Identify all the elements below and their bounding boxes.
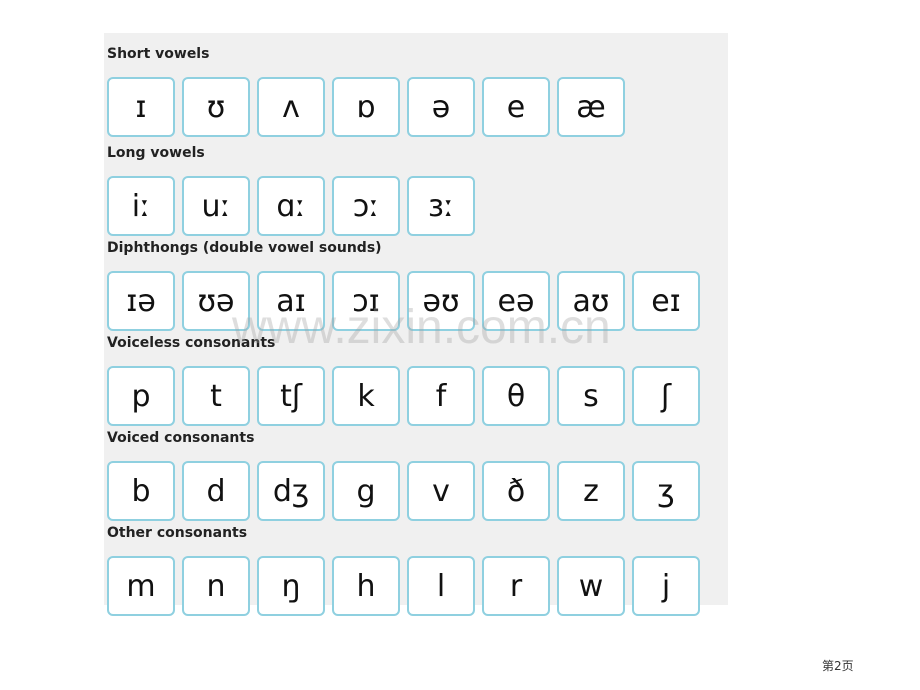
phoneme-symbol[interactable]: aɪ xyxy=(257,271,325,331)
section-label: Voiceless consonants xyxy=(107,335,276,351)
phoneme-symbol[interactable]: l xyxy=(407,556,475,616)
section-label: Long vowels xyxy=(107,145,205,161)
phoneme-symbol[interactable]: æ xyxy=(557,77,625,137)
phoneme-symbol[interactable]: ə xyxy=(407,77,475,137)
phoneme-symbol[interactable]: ɑː xyxy=(257,176,325,236)
phoneme-symbol[interactable]: iː xyxy=(107,176,175,236)
phoneme-symbol[interactable]: ʊ xyxy=(182,77,250,137)
phoneme-symbol[interactable]: d xyxy=(182,461,250,521)
page-number: 第2页 xyxy=(822,659,854,673)
phoneme-symbol[interactable]: h xyxy=(332,556,400,616)
phoneme-symbol[interactable]: ɔɪ xyxy=(332,271,400,331)
phoneme-symbol[interactable]: aʊ xyxy=(557,271,625,331)
section-label: Other consonants xyxy=(107,525,248,541)
phoneme-symbol[interactable]: ɪ xyxy=(107,77,175,137)
phoneme-symbol[interactable]: ʌ xyxy=(257,77,325,137)
phoneme-symbol[interactable]: ʊə xyxy=(182,271,250,331)
phoneme-symbol[interactable]: ɪə xyxy=(107,271,175,331)
phoneme-symbol[interactable]: m xyxy=(107,556,175,616)
phoneme-symbol[interactable]: e xyxy=(482,77,550,137)
phoneme-symbol[interactable]: z xyxy=(557,461,625,521)
phoneme-symbol[interactable]: ɒ xyxy=(332,77,400,137)
phoneme-symbol[interactable]: eɪ xyxy=(632,271,700,331)
phoneme-symbol[interactable]: θ xyxy=(482,366,550,426)
phoneme-symbol[interactable]: ɔː xyxy=(332,176,400,236)
phoneme-symbol[interactable]: ʃ xyxy=(632,366,700,426)
section-label: Voiced consonants xyxy=(107,430,255,446)
phoneme-symbol[interactable]: ɜː xyxy=(407,176,475,236)
phoneme-symbol[interactable]: s xyxy=(557,366,625,426)
phoneme-symbol[interactable]: p xyxy=(107,366,175,426)
phoneme-symbol[interactable]: f xyxy=(407,366,475,426)
section-label: Short vowels xyxy=(107,46,210,62)
phoneme-symbol[interactable]: ʒ xyxy=(632,461,700,521)
phoneme-symbol[interactable]: b xyxy=(107,461,175,521)
phoneme-symbol[interactable]: j xyxy=(632,556,700,616)
phoneme-symbol[interactable]: k xyxy=(332,366,400,426)
phoneme-symbol[interactable]: ŋ xyxy=(257,556,325,616)
phoneme-symbol[interactable]: n xyxy=(182,556,250,616)
phoneme-symbol[interactable]: uː xyxy=(182,176,250,236)
phonetic-chart-panel: Short vowels ɪ ʊ ʌ ɒ ə e æ Long vowels iː uː ɑː ɔː ɜː… xyxy=(104,33,728,616)
section-label: Diphthongs (double vowel sounds) xyxy=(107,240,382,256)
phoneme-symbol[interactable]: w xyxy=(557,556,625,616)
phoneme-symbol[interactable]: dʒ xyxy=(257,461,325,521)
phoneme-symbol[interactable]: eə xyxy=(482,271,550,331)
phoneme-symbol[interactable]: əʊ xyxy=(407,271,475,331)
phoneme-symbol[interactable]: v xyxy=(407,461,475,521)
phoneme-symbol[interactable]: t xyxy=(182,366,250,426)
phoneme-symbol[interactable]: r xyxy=(482,556,550,616)
phoneme-symbol[interactable]: g xyxy=(332,461,400,521)
phoneme-symbol[interactable]: tʃ xyxy=(257,366,325,426)
phoneme-symbol[interactable]: ð xyxy=(482,461,550,521)
